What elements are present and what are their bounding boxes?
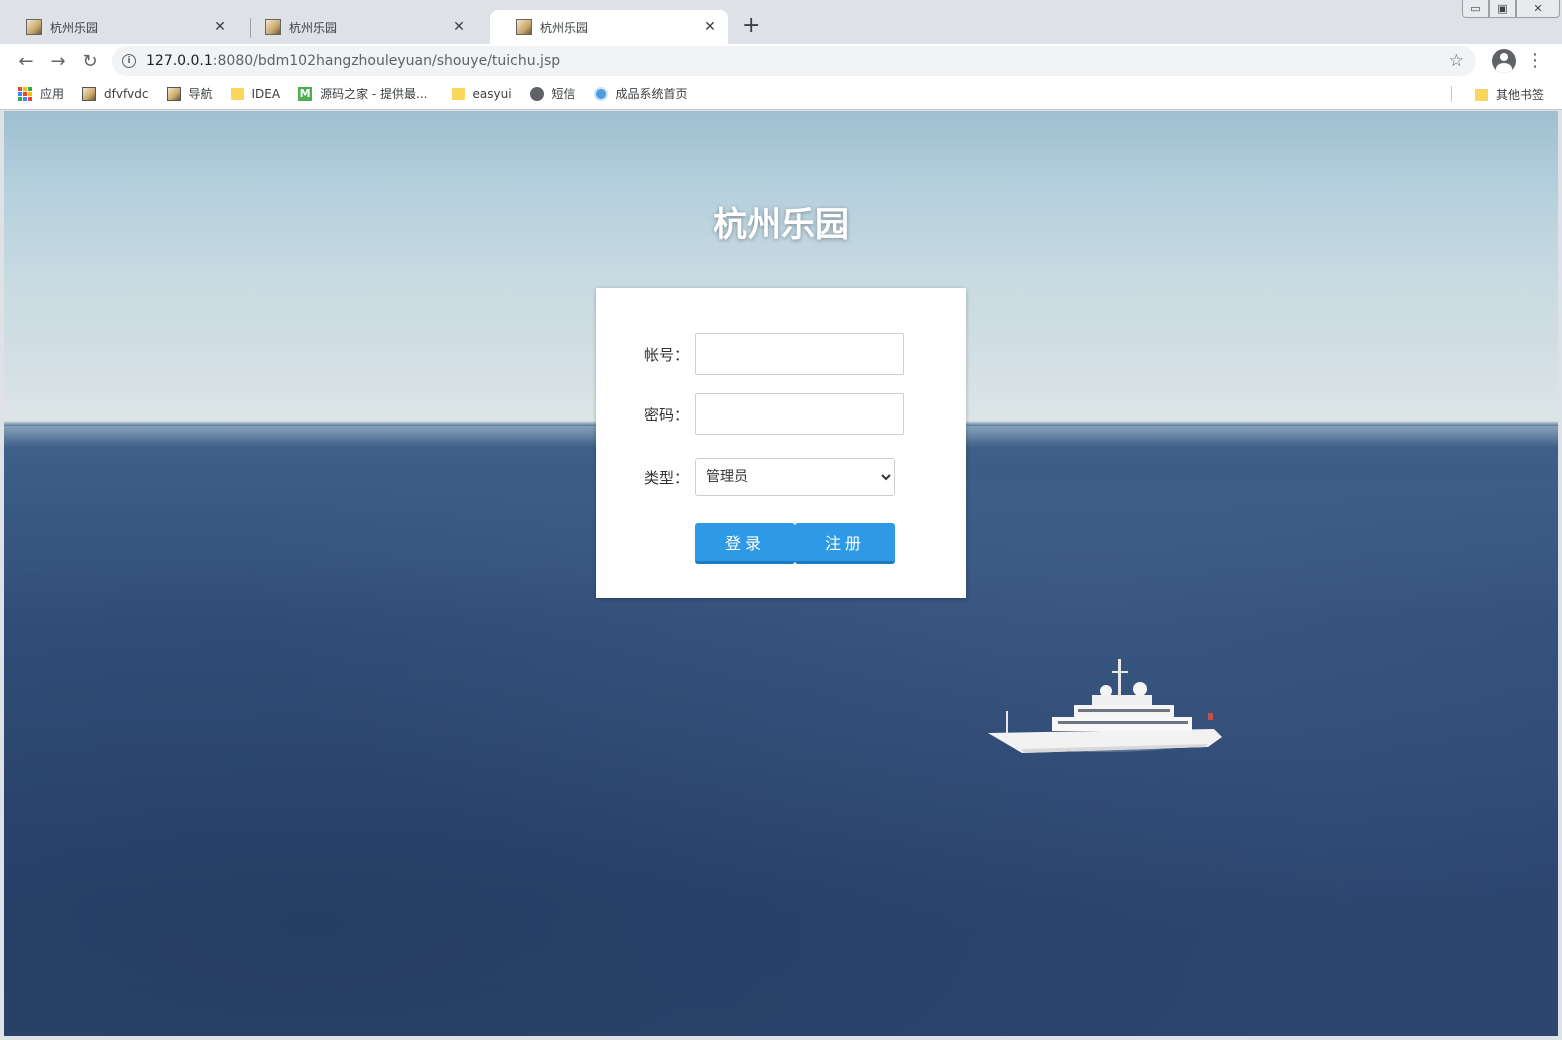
login-card: 帐号： 密码： 类型： 管理员 登录 注册 (596, 288, 966, 598)
other-bookmarks-label: 其他书签 (1495, 88, 1544, 102)
yacht-image (988, 659, 1222, 753)
page-favicon-icon (516, 19, 532, 35)
bookmark-easyui[interactable]: easyui (451, 86, 512, 101)
bookmark-sms[interactable]: 短信 (529, 85, 576, 102)
bookmark-label: 短信 (551, 87, 576, 101)
m-icon: M (298, 86, 313, 101)
bookmarks-bar: 应用 dfvfvdc 导航 IDEA M 源码之家 - 提供最... easyu… (0, 78, 1562, 110)
tab-title: 杭州乐园 (289, 20, 338, 35)
folder-icon (230, 87, 244, 100)
account-label: 帐号： (644, 345, 690, 364)
back-arrow-icon[interactable]: ← (10, 47, 42, 75)
type-label: 类型： (644, 468, 690, 487)
bookmark-label: 源码之家 - 提供最... (320, 87, 428, 101)
folder-icon (451, 87, 465, 100)
page-favicon-icon (26, 19, 42, 35)
bookmark-apps[interactable]: 应用 (18, 85, 64, 102)
type-row: 类型： 管理员 (644, 458, 895, 496)
form-buttons: 登录 注册 (695, 523, 895, 564)
bookmark-label: 导航 (188, 87, 213, 101)
image-icon (166, 86, 181, 101)
url-path: :8080/bdm102hangzhouleyuan/shouye/tuichu… (212, 53, 561, 69)
url-host: 127.0.0.1 (146, 53, 213, 69)
bookmark-label: easyui (472, 86, 512, 101)
password-row: 密码： (644, 393, 904, 435)
tab-title: 杭州乐园 (540, 20, 589, 35)
bookmark-star-icon[interactable]: ☆ (1449, 51, 1464, 71)
bookmark-nav[interactable]: 导航 (166, 85, 213, 102)
account-input[interactable] (695, 333, 904, 375)
folder-icon (1474, 88, 1488, 101)
site-info-icon[interactable]: i (122, 54, 136, 68)
bookmark-label: dfvfvdc (104, 86, 149, 101)
url-text[interactable]: 127.0.0.1:8080/bdm102hangzhouleyuan/shou… (146, 53, 560, 69)
browser-tab-2[interactable]: 杭州乐园 ✕ (239, 10, 477, 44)
profile-avatar-icon[interactable] (1492, 49, 1516, 73)
account-row: 帐号： (644, 333, 904, 375)
close-tab-icon[interactable]: ✕ (451, 19, 467, 35)
user-type-select[interactable]: 管理员 (695, 458, 895, 496)
bookmark-system-home[interactable]: 成品系统首页 (593, 85, 688, 102)
page-favicon-icon (265, 19, 281, 35)
browser-menu-icon[interactable]: ⋮ (1526, 50, 1544, 71)
password-input[interactable] (695, 393, 904, 435)
login-button[interactable]: 登录 (695, 523, 795, 564)
close-tab-icon[interactable]: ✕ (702, 19, 718, 35)
bookmark-dfvfvdc[interactable]: dfvfvdc (82, 86, 149, 101)
password-label: 密码： (644, 405, 690, 424)
page-viewport: 杭州乐园 帐号： 密码： 类型： 管理员 登录 注册 (4, 111, 1558, 1036)
bookmarks-divider (1451, 86, 1452, 102)
forward-arrow-icon[interactable]: → (42, 47, 74, 75)
bookmark-yuanma[interactable]: M 源码之家 - 提供最... (298, 85, 428, 102)
tab-strip: 杭州乐园 ✕ 杭州乐园 ✕ 杭州乐园 ✕ + (0, 8, 1562, 44)
bookmark-idea[interactable]: IDEA (230, 86, 281, 101)
other-bookmarks[interactable]: 其他书签 (1474, 86, 1544, 103)
browser-tab-3[interactable]: 杭州乐园 ✕ (490, 10, 728, 44)
browser-tab-1[interactable]: 杭州乐园 ✕ (0, 10, 238, 44)
page-title: 杭州乐园 (713, 205, 849, 245)
bookmark-label: 成品系统首页 (615, 87, 688, 101)
register-button[interactable]: 注册 (795, 523, 895, 564)
bookmark-label: 应用 (40, 87, 65, 101)
reload-icon[interactable]: ↻ (74, 47, 106, 75)
circle-icon (593, 86, 608, 101)
image-icon (82, 86, 97, 101)
address-bar[interactable]: i 127.0.0.1:8080/bdm102hangzhouleyuan/sh… (112, 46, 1476, 76)
globe-icon (529, 86, 544, 101)
apps-icon (18, 86, 32, 101)
close-tab-icon[interactable]: ✕ (212, 19, 228, 35)
new-tab-button[interactable]: + (742, 15, 760, 37)
bookmark-label: IDEA (251, 86, 281, 101)
tab-title: 杭州乐园 (50, 20, 99, 35)
browser-toolbar: ← → ↻ i 127.0.0.1:8080/bdm102hangzhouley… (0, 44, 1562, 78)
